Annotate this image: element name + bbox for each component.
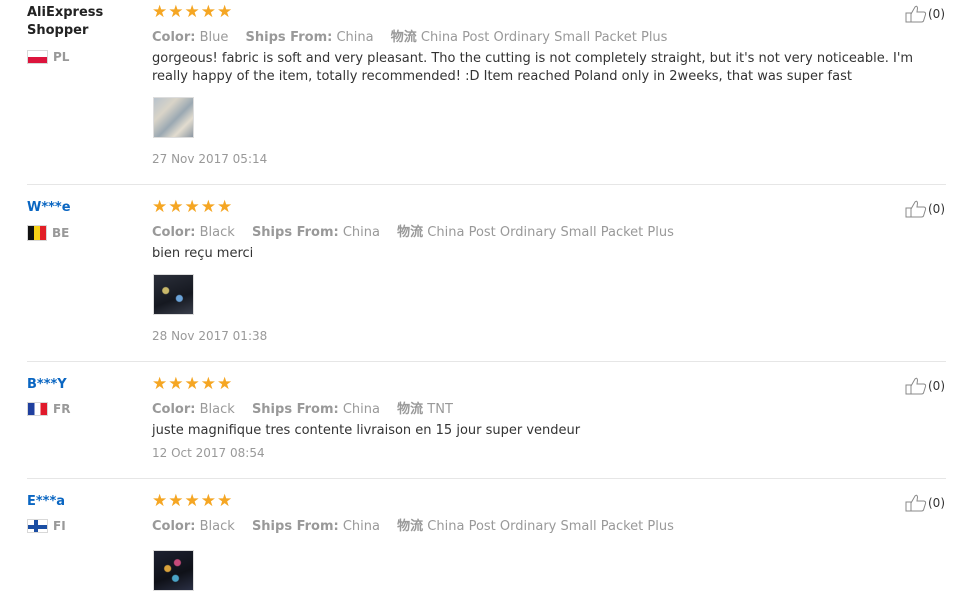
order-info: Color: Black Ships From: China 物流 China … [152,221,687,240]
helpful-count: (0) [928,202,945,216]
reviewer-country: FR [27,402,70,416]
thumbs-up-icon [905,377,927,395]
helpful-count: (0) [928,379,945,393]
star-rating: ★ ★ ★ ★ ★ [152,4,232,21]
star-rating: ★ ★ ★ ★ ★ [152,493,232,510]
flag-pl-icon [27,50,48,64]
helpful-count: (0) [928,496,945,510]
ships-from-label: Ships From: [245,30,333,45]
star-icon: ★ [217,374,233,394]
reviewer-name[interactable]: W***e [27,199,71,217]
helpful-button[interactable]: (0) [905,200,945,218]
reviewer-country: PL [27,50,69,64]
reviewer-country: BE [27,225,69,241]
review-date: 12 Oct 2017 08:54 [152,446,265,460]
reviewer-name[interactable]: B***Y [27,376,67,394]
star-icon: ★ [217,2,233,22]
star-icon: ★ [184,2,200,22]
reviewer-name: AliExpress Shopper [27,5,104,38]
logistics-label: 物流 [397,402,424,417]
review-photo-thumbnail[interactable] [153,274,194,315]
review-date: 27 Nov 2017 05:14 [152,152,268,166]
ships-from-value: China [342,519,380,534]
star-icon: ★ [152,197,168,217]
logistics-label: 物流 [397,225,424,240]
color-label: Color: [152,225,196,240]
review-date: 28 Nov 2017 01:38 [152,329,268,343]
star-icon: ★ [217,197,233,217]
thumbs-up-icon [905,200,927,218]
order-info: Color: Black Ships From: China 物流 TNT [152,398,466,417]
country-code: PL [53,50,70,64]
country-code: BE [52,226,70,240]
divider [27,184,946,185]
flag-fi-icon [27,519,48,533]
star-rating: ★ ★ ★ ★ ★ [152,199,232,216]
reviewer-name[interactable]: E***a [27,493,65,511]
flag-be-icon [27,225,47,241]
star-icon: ★ [152,2,168,22]
star-icon: ★ [152,491,168,511]
country-code: FI [53,519,66,533]
star-icon: ★ [184,374,200,394]
star-icon: ★ [184,197,200,217]
order-info: Color: Black Ships From: China 物流 China … [152,515,687,534]
review-photo-thumbnail[interactable] [153,550,194,591]
flag-fr-icon [27,402,48,416]
star-icon: ★ [184,491,200,511]
review-text: bien reçu merci [152,246,254,261]
color-value: Black [199,402,235,417]
star-icon: ★ [168,2,184,22]
reviewer-country: FI [27,519,66,533]
ships-from-label: Ships From: [251,225,339,240]
star-icon: ★ [152,374,168,394]
color-label: Color: [152,519,196,534]
color-value: Blue [199,30,229,45]
review-text: gorgeous! fabric is soft and very pleasa… [152,51,914,84]
ships-from-value: China [342,402,380,417]
divider [27,478,946,479]
star-icon: ★ [217,491,233,511]
color-value: Black [199,225,235,240]
ships-from-label: Ships From: [251,519,339,534]
thumbs-up-icon [905,5,927,23]
logistics-value: China Post Ordinary Small Packet Plus [420,30,668,45]
helpful-button[interactable]: (0) [905,494,945,512]
color-value: Black [199,519,235,534]
logistics-value: China Post Ordinary Small Packet Plus [427,225,674,240]
helpful-button[interactable]: (0) [905,5,945,23]
review-photo-thumbnail[interactable] [153,97,194,138]
star-icon: ★ [168,197,184,217]
thumbs-up-icon [905,494,927,512]
color-label: Color: [152,402,196,417]
color-label: Color: [152,30,196,45]
review-text: juste magnifique tres contente livraison… [152,423,581,438]
star-icon: ★ [200,197,216,217]
logistics-value: China Post Ordinary Small Packet Plus [427,519,674,534]
logistics-label: 物流 [397,519,424,534]
logistics-value: TNT [427,402,453,417]
order-info: Color: Blue Ships From: China 物流 China P… [152,26,680,45]
divider [27,361,946,362]
logistics-label: 物流 [390,30,417,45]
star-icon: ★ [200,491,216,511]
star-icon: ★ [168,491,184,511]
star-icon: ★ [168,374,184,394]
star-rating: ★ ★ ★ ★ ★ [152,376,232,393]
ships-from-label: Ships From: [251,402,339,417]
helpful-count: (0) [928,7,945,21]
ships-from-value: China [342,225,380,240]
star-icon: ★ [200,374,216,394]
star-icon: ★ [200,2,216,22]
ships-from-value: China [336,30,374,45]
country-code: FR [53,402,71,416]
helpful-button[interactable]: (0) [905,377,945,395]
